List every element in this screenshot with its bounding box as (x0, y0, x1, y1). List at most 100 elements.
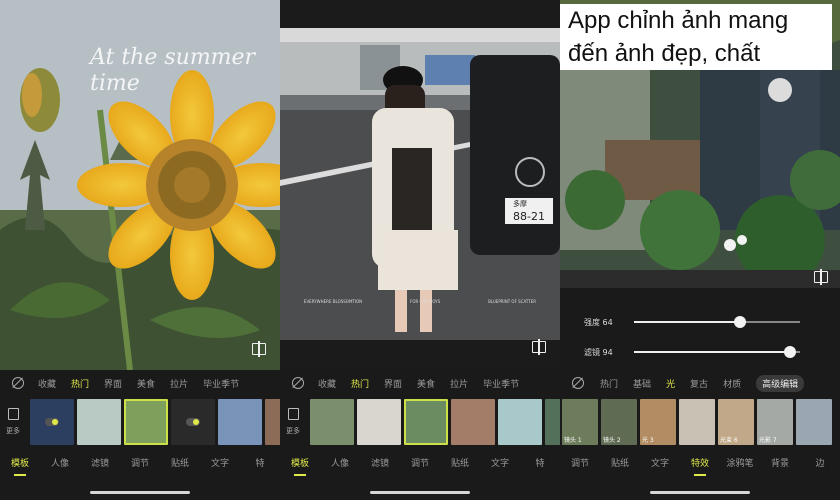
effect-thumb[interactable]: 光影 7 (757, 399, 793, 445)
tab-texture[interactable]: 材质 (723, 377, 741, 390)
nav-adjust[interactable]: 调节 (400, 456, 440, 474)
nav-text[interactable]: 文字 (200, 456, 240, 474)
slider-track[interactable] (634, 316, 800, 328)
nav-portrait[interactable]: 人像 (40, 456, 80, 474)
home-indicator (90, 491, 190, 494)
template-thumb[interactable] (218, 399, 262, 445)
editor-screen-effects: App chỉnh ảnh mang đến ảnh đẹp, chất 强度 … (560, 0, 840, 500)
effect-thumb[interactable]: 镜头 1 (562, 399, 598, 445)
bag-icon (287, 408, 299, 420)
tab-retro[interactable]: 复古 (690, 377, 708, 390)
advanced-edit-button[interactable]: 高级编辑 (756, 374, 805, 392)
effect-thumb[interactable]: 光束 6 (718, 399, 754, 445)
nav-text[interactable]: 文字 (480, 456, 520, 474)
template-strip: 更多 (280, 397, 560, 447)
tab-popular[interactable]: 热门 (71, 377, 89, 390)
no-effect-icon[interactable] (572, 377, 584, 389)
slider-knob[interactable] (784, 346, 797, 358)
intensity-slider[interactable]: 强度 64 (560, 313, 840, 331)
nav-adjust[interactable]: 调节 (560, 456, 600, 474)
street-photo: 多摩 88-21 (280, 0, 560, 370)
slider-fill (634, 321, 741, 323)
compare-icon[interactable] (532, 339, 546, 355)
nav-sticker[interactable]: 贴纸 (440, 456, 480, 474)
bottom-nav: 模板 人像 滤镜 调节 贴纸 文字 特 (280, 456, 560, 474)
nav-adjust[interactable]: 调节 (120, 456, 160, 474)
tab-film[interactable]: 拉片 (170, 377, 188, 390)
effect-thumb[interactable]: 光 3 (640, 399, 676, 445)
nav-sticker[interactable]: 贴纸 (600, 456, 640, 474)
template-thumb[interactable] (545, 399, 560, 445)
effect-thumb-label: 镜头 2 (603, 437, 621, 444)
tab-food[interactable]: 美食 (417, 377, 435, 390)
tab-popular[interactable]: 热门 (351, 377, 369, 390)
footer-text-2: FOR CITY BOYS (410, 299, 441, 304)
no-filter-icon[interactable] (292, 377, 304, 389)
template-thumb[interactable] (77, 399, 121, 445)
nav-active-indicator (694, 474, 706, 476)
more-button[interactable]: 更多 (280, 399, 306, 445)
photo-overlay-text: At the summer time (90, 45, 256, 96)
template-thumb[interactable] (498, 399, 542, 445)
effect-thumb-label: 光影 7 (759, 437, 777, 444)
nav-filter[interactable]: 滤镜 (80, 456, 120, 474)
more-button[interactable]: 更多 (0, 399, 26, 445)
compare-icon[interactable] (814, 269, 828, 285)
caption-line-2: đến ảnh đẹp, chất (568, 40, 761, 67)
tab-favorites[interactable]: 收藏 (38, 377, 56, 390)
effect-thumb-label: 光束 6 (720, 437, 738, 444)
slider-track[interactable] (634, 346, 800, 358)
nav-template[interactable]: 模板 (280, 456, 320, 474)
tab-food[interactable]: 美食 (137, 377, 155, 390)
nav-effects[interactable]: 特 (240, 456, 280, 474)
template-thumb[interactable] (30, 399, 74, 445)
tab-interface[interactable]: 界面 (104, 377, 122, 390)
home-indicator (370, 491, 470, 494)
effect-thumb-label: 镜头 1 (564, 437, 582, 444)
nav-effects[interactable]: 特效 (680, 456, 720, 474)
tab-interface[interactable]: 界面 (384, 377, 402, 390)
tab-light[interactable]: 光 (666, 377, 675, 390)
nav-active-indicator (14, 474, 26, 476)
template-thumb[interactable] (357, 399, 401, 445)
template-thumb[interactable] (451, 399, 495, 445)
caption-line-1: App chỉnh ảnh mang (568, 7, 789, 34)
effect-thumb-label: 光 3 (642, 437, 654, 444)
filter-slider[interactable]: 滤镜 94 (560, 343, 840, 361)
slider-knob[interactable] (734, 316, 747, 328)
template-thumb[interactable] (310, 399, 354, 445)
nav-background[interactable]: 背景 (760, 456, 800, 474)
editor-screen-portrait: 多摩 88-21 EVERYWHERE BLOSSOMTION FOR CITY… (280, 0, 560, 500)
nav-effects[interactable]: 特 (520, 456, 560, 474)
nav-template[interactable]: 模板 (0, 456, 40, 474)
tab-graduation[interactable]: 毕业季节 (483, 377, 519, 390)
photo-preview: 多摩 88-21 EVERYWHERE BLOSSOMTION FOR CITY… (280, 0, 560, 370)
template-thumb-selected[interactable] (124, 399, 168, 445)
tab-graduation[interactable]: 毕业季节 (203, 377, 239, 390)
bottom-nav: 调节 贴纸 文字 特效 涂鸦笔 背景 边 (560, 456, 840, 474)
editor-screen-template: At the summer time 收藏 热门 界面 美食 拉片 毕业季节 更… (0, 0, 280, 500)
nav-filter[interactable]: 滤镜 (360, 456, 400, 474)
nav-text[interactable]: 文字 (640, 456, 680, 474)
effect-thumb[interactable] (679, 399, 715, 445)
intensity-label: 强度 64 (584, 317, 613, 327)
nav-doodle[interactable]: 涂鸦笔 (720, 456, 760, 474)
tab-favorites[interactable]: 收藏 (318, 377, 336, 390)
template-thumb[interactable] (265, 399, 280, 445)
nav-sticker[interactable]: 贴纸 (160, 456, 200, 474)
photo-footer-texts: EVERYWHERE BLOSSOMTION FOR CITY BOYS BLU… (280, 299, 560, 304)
nav-portrait[interactable]: 人像 (320, 456, 360, 474)
effect-category-tabs: 热门 基础 光 复古 材质 高级编辑 (560, 372, 840, 394)
effect-thumb[interactable] (796, 399, 832, 445)
compare-icon[interactable] (252, 341, 266, 357)
bottom-nav: 模板 人像 滤镜 调节 贴纸 文字 特 (0, 456, 280, 474)
tab-basic[interactable]: 基础 (633, 377, 651, 390)
template-thumb[interactable] (171, 399, 215, 445)
template-thumb-selected[interactable] (404, 399, 448, 445)
promo-caption: App chỉnh ảnh mang đến ảnh đẹp, chất (560, 4, 832, 70)
effect-thumb[interactable]: 镜头 2 (601, 399, 637, 445)
no-filter-icon[interactable] (12, 377, 24, 389)
tab-film[interactable]: 拉片 (450, 377, 468, 390)
nav-border[interactable]: 边 (800, 456, 840, 474)
tab-popular[interactable]: 热门 (600, 377, 618, 390)
